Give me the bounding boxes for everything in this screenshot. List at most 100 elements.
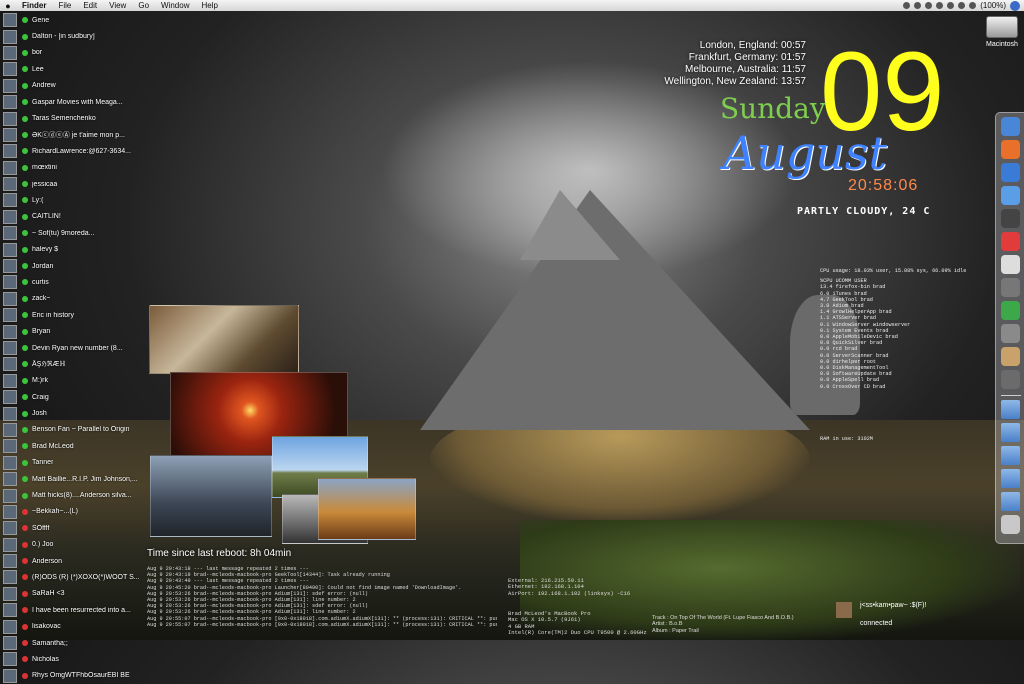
battery-icon[interactable]: [969, 2, 977, 9]
calendar-icon[interactable]: [1001, 232, 1020, 251]
status-dot-icon: [22, 263, 28, 270]
hard-drive-icon[interactable]: Macintosh: [980, 16, 1024, 48]
contact-item[interactable]: SOffff: [0, 520, 140, 536]
contact-item[interactable]: Eric in history: [0, 307, 140, 323]
contact-item[interactable]: curtis: [0, 274, 140, 290]
photo-autumn-path[interactable]: [318, 478, 416, 540]
status-dot-icon: [22, 558, 28, 565]
world-clock-line: Wellington, New Zealand: 13:57: [664, 76, 806, 87]
ipod-icon[interactable]: [1001, 278, 1020, 297]
contact-item[interactable]: ~ Sof(tu) 9moreda...: [0, 225, 140, 241]
menu-go[interactable]: Go: [132, 0, 155, 11]
folder-icon[interactable]: [1001, 492, 1020, 511]
photos-icon[interactable]: [1001, 347, 1020, 366]
status-tray-icon[interactable]: [925, 2, 933, 9]
contact-avatar: [3, 390, 17, 405]
finder-icon[interactable]: [1001, 117, 1020, 136]
contact-item[interactable]: Gaspar Movies with Meaga...: [0, 94, 140, 110]
safari-icon[interactable]: [1001, 186, 1020, 205]
contact-item[interactable]: Samantha;;: [0, 635, 140, 651]
menu-file[interactable]: File: [52, 0, 77, 11]
folder-icon[interactable]: [1001, 400, 1020, 419]
contact-item[interactable]: M:)rk: [0, 373, 140, 389]
tools-icon[interactable]: [1001, 370, 1020, 389]
contact-name: Andrew: [32, 82, 56, 90]
contact-item[interactable]: Bryan: [0, 323, 140, 339]
contact-item[interactable]: CAITLIN!: [0, 209, 140, 225]
status-dot-icon: [22, 312, 28, 319]
volume-icon[interactable]: [958, 2, 966, 9]
status-dot-icon: [22, 574, 28, 581]
folder-icon[interactable]: [1001, 446, 1020, 465]
contact-item[interactable]: Anderson: [0, 553, 140, 569]
contact-item[interactable]: Ly:(: [0, 192, 140, 208]
status-dot-icon: [22, 131, 28, 138]
contact-item[interactable]: Devin Ryan new number (8...: [0, 340, 140, 356]
contact-item[interactable]: RichardLawrence:@627-3634...: [0, 143, 140, 159]
photo-castle[interactable]: [150, 455, 272, 537]
contact-item[interactable]: Lee: [0, 61, 140, 77]
folder-icon[interactable]: [1001, 469, 1020, 488]
contact-name: ~Bekkah~...(L): [32, 508, 78, 516]
status-tray-icon[interactable]: [903, 2, 911, 9]
contact-item[interactable]: jessicaa: [0, 176, 140, 192]
contact-avatar: [3, 652, 17, 667]
spotlight-icon[interactable]: [1010, 0, 1020, 11]
status-dot-icon: [22, 459, 28, 466]
contact-item[interactable]: zack~: [0, 291, 140, 307]
contact-item[interactable]: Matt Baillie...R.I.P. Jim Johnson,...: [0, 471, 140, 487]
menu-window[interactable]: Window: [155, 0, 195, 11]
contact-item[interactable]: Tanner: [0, 455, 140, 471]
contact-avatar: [3, 160, 17, 175]
contact-item[interactable]: Andrew: [0, 78, 140, 94]
apple-icon[interactable]: ●: [0, 1, 16, 11]
ram-stats: RAM in use: 3102M: [820, 436, 990, 442]
status-dot-icon: [22, 443, 28, 450]
clock-icon[interactable]: [1001, 209, 1020, 228]
menu-view[interactable]: View: [103, 0, 132, 11]
contact-item[interactable]: 0.) Joo: [0, 537, 140, 553]
menu-finder[interactable]: Finder: [16, 0, 52, 11]
contact-item[interactable]: ƏKⓒⓓⓔⒶ je t'aime mon p...: [0, 127, 140, 143]
contact-item[interactable]: SaRaH <3: [0, 586, 140, 602]
firefox-icon[interactable]: [1001, 140, 1020, 159]
contact-item[interactable]: Rhys OmgWTFhbOsaurEBI BE: [0, 668, 140, 684]
menu-edit[interactable]: Edit: [77, 0, 103, 11]
adium-icon[interactable]: [1001, 301, 1020, 320]
contact-item[interactable]: lisakovac: [0, 618, 140, 634]
status-tray-icon[interactable]: [914, 2, 922, 9]
contact-name: curtis: [32, 278, 49, 286]
contact-item[interactable]: Nicholas: [0, 651, 140, 667]
contact-item[interactable]: Jordan: [0, 258, 140, 274]
contact-item[interactable]: ~Bekkah~...(L): [0, 504, 140, 520]
contact-item[interactable]: Brad McLeod: [0, 438, 140, 454]
folder-icon[interactable]: [1001, 423, 1020, 442]
photo-waterfall[interactable]: [149, 305, 299, 374]
alarm-icon[interactable]: [1001, 255, 1020, 274]
status-tray-icon[interactable]: [936, 2, 944, 9]
contact-item[interactable]: bor: [0, 45, 140, 61]
contact-item[interactable]: I have been resurrected into a...: [0, 602, 140, 618]
contact-item[interactable]: Taras Semenchenko: [0, 110, 140, 126]
contact-item[interactable]: Matt hicks(8)....Anderson silva...: [0, 487, 140, 503]
wifi-icon[interactable]: [947, 2, 955, 9]
contact-name: Matt hicks(8)....Anderson silva...: [32, 492, 132, 500]
preferences-icon[interactable]: [1001, 324, 1020, 343]
contact-item[interactable]: halevy $: [0, 241, 140, 257]
contact-item[interactable]: Craig: [0, 389, 140, 405]
contact-item[interactable]: (R)ODS (R) (*)XOXO(*)WOOT S...: [0, 569, 140, 585]
itunes-icon[interactable]: [1001, 163, 1020, 182]
contact-item[interactable]: Dalton - [in sudbury]: [0, 28, 140, 44]
status-dot-icon: [22, 213, 28, 220]
contact-item[interactable]: Josh: [0, 405, 140, 421]
menu-help[interactable]: Help: [195, 0, 223, 11]
trash-icon[interactable]: [1001, 515, 1020, 534]
contact-item[interactable]: Benson Fan ~ Parallel to Origin: [0, 422, 140, 438]
wallpaper-mountain-peak: [520, 190, 620, 260]
contact-item[interactable]: mœxtini: [0, 160, 140, 176]
chat-status[interactable]: j<ss•kam•paw~ :$(F)! connected: [836, 600, 986, 634]
contact-avatar: [3, 570, 17, 585]
contact-item[interactable]: Gene: [0, 12, 140, 28]
contact-item[interactable]: ÅŞℌℜÆℍ: [0, 356, 140, 372]
contact-avatar: [3, 78, 17, 93]
